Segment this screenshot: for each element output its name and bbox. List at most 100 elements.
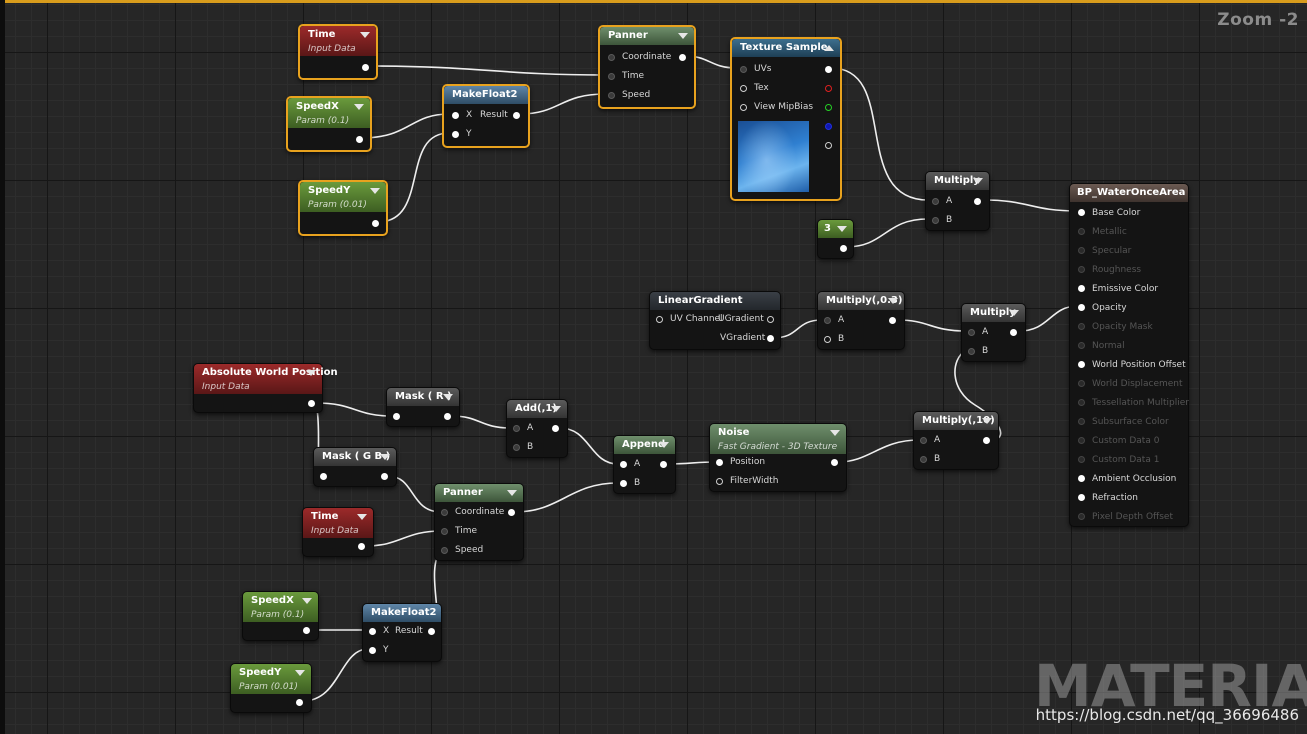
output-pin[interactable] — [308, 400, 315, 407]
node-speedy-param-bottom[interactable]: SpeedY Param (0.01) — [230, 663, 312, 713]
chevron-down-icon[interactable] — [370, 188, 380, 194]
input-pin-b[interactable] — [513, 444, 520, 451]
node-header[interactable]: SpeedX Param (0.1) — [243, 592, 318, 622]
input-pin-x[interactable] — [369, 628, 376, 635]
input-pin-time[interactable] — [441, 528, 448, 535]
node-multiply-10[interactable]: Multiply(,10) A B — [913, 411, 999, 470]
chevron-down-icon[interactable] — [1009, 310, 1019, 316]
output-input-pin[interactable] — [1078, 437, 1085, 444]
chevron-down-icon[interactable] — [380, 454, 390, 460]
chevron-down-icon[interactable] — [837, 226, 847, 232]
node-header[interactable]: Panner — [600, 27, 694, 45]
input-pin-b[interactable] — [968, 348, 975, 355]
node-header[interactable]: BP_WaterOnceArea — [1070, 184, 1188, 202]
node-panner-bottom[interactable]: Panner Coordinate Time Speed — [434, 483, 524, 561]
input-pin-a[interactable] — [620, 461, 627, 468]
chevron-down-icon[interactable] — [888, 298, 898, 304]
node-header[interactable]: LinearGradient — [650, 292, 780, 310]
node-speedx-param-top[interactable]: SpeedX Param (0.1) — [286, 96, 372, 152]
node-speedy-param-top[interactable]: SpeedY Param (0.01) — [298, 180, 388, 236]
node-header[interactable]: Panner — [435, 484, 523, 502]
output-pin-b[interactable] — [825, 123, 832, 130]
node-makefloat2-bottom[interactable]: MakeFloat2 X Result Y — [362, 603, 442, 662]
output-pin[interactable] — [840, 245, 847, 252]
node-header[interactable]: Mask ( G B ) — [314, 448, 396, 466]
input-pin-b[interactable] — [920, 456, 927, 463]
input-pin-coordinate[interactable] — [441, 509, 448, 516]
node-material-output[interactable]: BP_WaterOnceArea Base Color Metallic Specu… — [1069, 183, 1189, 527]
output-input-pin[interactable] — [1078, 456, 1085, 463]
chevron-down-icon[interactable] — [295, 670, 305, 676]
input-pin-uv-channel[interactable] — [656, 316, 663, 323]
output-pin[interactable] — [1010, 329, 1017, 336]
chevron-down-icon[interactable] — [360, 32, 370, 38]
output-input-pin[interactable] — [1078, 361, 1085, 368]
node-header[interactable]: SpeedX Param (0.1) — [288, 98, 370, 128]
output-pin-a[interactable] — [825, 142, 832, 149]
input-pin-position[interactable] — [716, 459, 723, 466]
node-header[interactable]: Multiply(,0.3) — [818, 292, 904, 310]
input-pin-b[interactable] — [620, 480, 627, 487]
output-input-pin[interactable] — [1078, 285, 1085, 292]
output-pin[interactable] — [974, 198, 981, 205]
input-pin-time[interactable] — [608, 73, 615, 80]
node-noise[interactable]: Noise Fast Gradient - 3D Texture Positio… — [709, 423, 847, 492]
node-header[interactable]: Texture Sample — [732, 39, 840, 57]
output-input-pin[interactable] — [1078, 228, 1085, 235]
output-pin[interactable] — [444, 413, 451, 420]
input-pin-b[interactable] — [824, 336, 831, 343]
input-pin-tex[interactable] — [740, 85, 747, 92]
chevron-down-icon[interactable] — [357, 514, 367, 520]
node-header[interactable]: MakeFloat2 — [444, 86, 528, 104]
input-pin[interactable] — [320, 473, 327, 480]
output-pin-g[interactable] — [825, 104, 832, 111]
output-input-pin[interactable] — [1078, 304, 1085, 311]
chevron-up-icon[interactable] — [824, 45, 834, 51]
node-header[interactable]: Noise Fast Gradient - 3D Texture — [710, 424, 846, 454]
node-add-1[interactable]: Add(,1) A B — [506, 399, 568, 458]
output-pin[interactable] — [508, 509, 515, 516]
node-speedx-param-bottom[interactable]: SpeedX Param (0.1) — [242, 591, 319, 641]
node-time-input-top[interactable]: Time Input Data — [298, 24, 378, 80]
node-header[interactable]: Mask ( R ) — [387, 388, 459, 406]
output-pin-result[interactable] — [513, 112, 520, 119]
output-input-pin[interactable] — [1078, 380, 1085, 387]
node-multiply-top[interactable]: Multiply A B — [925, 171, 990, 231]
input-pin-a[interactable] — [932, 198, 939, 205]
node-time-input-bottom[interactable]: Time Input Data — [302, 507, 374, 557]
node-header[interactable]: Multiply — [962, 304, 1025, 322]
output-pin[interactable] — [356, 136, 363, 143]
node-constant-3[interactable]: 3 — [817, 219, 854, 259]
node-linear-gradient[interactable]: LinearGradient UV Channel UGradient VGra… — [649, 291, 781, 350]
input-pin-speed[interactable] — [441, 547, 448, 554]
output-pin[interactable] — [552, 425, 559, 432]
output-pin-r[interactable] — [825, 85, 832, 92]
output-input-pin[interactable] — [1078, 475, 1085, 482]
node-panner-top[interactable]: Panner Coordinate Time Speed — [598, 25, 696, 109]
node-header[interactable]: 3 — [818, 220, 853, 238]
node-makefloat2-top[interactable]: MakeFloat2 X Result Y — [442, 84, 530, 148]
node-header[interactable]: Multiply(,10) — [914, 412, 998, 430]
output-input-pin[interactable] — [1078, 513, 1085, 520]
output-input-pin[interactable] — [1078, 342, 1085, 349]
node-mask-gb[interactable]: Mask ( G B ) — [313, 447, 397, 487]
node-header[interactable]: Absolute World Position Input Data — [194, 364, 338, 394]
output-pin-vgradient[interactable] — [767, 335, 774, 342]
node-mask-r[interactable]: Mask ( R ) — [386, 387, 460, 427]
output-input-pin[interactable] — [1078, 494, 1085, 501]
input-pin-filterwidth[interactable] — [716, 478, 723, 485]
output-pin[interactable] — [381, 473, 388, 480]
output-input-pin[interactable] — [1078, 247, 1085, 254]
chevron-down-icon[interactable] — [973, 178, 983, 184]
input-pin-y[interactable] — [369, 647, 376, 654]
input-pin-a[interactable] — [920, 437, 927, 444]
chevron-down-icon[interactable] — [982, 418, 992, 424]
chevron-down-icon[interactable] — [354, 104, 364, 110]
chevron-down-icon[interactable] — [306, 370, 316, 376]
output-pin[interactable] — [372, 220, 379, 227]
output-pin-ugradient[interactable] — [767, 316, 774, 323]
node-multiply-0-3[interactable]: Multiply(,0.3) A B — [817, 291, 905, 350]
output-input-pin[interactable] — [1078, 418, 1085, 425]
node-header[interactable]: Append — [614, 436, 675, 454]
output-pin[interactable] — [983, 437, 990, 444]
